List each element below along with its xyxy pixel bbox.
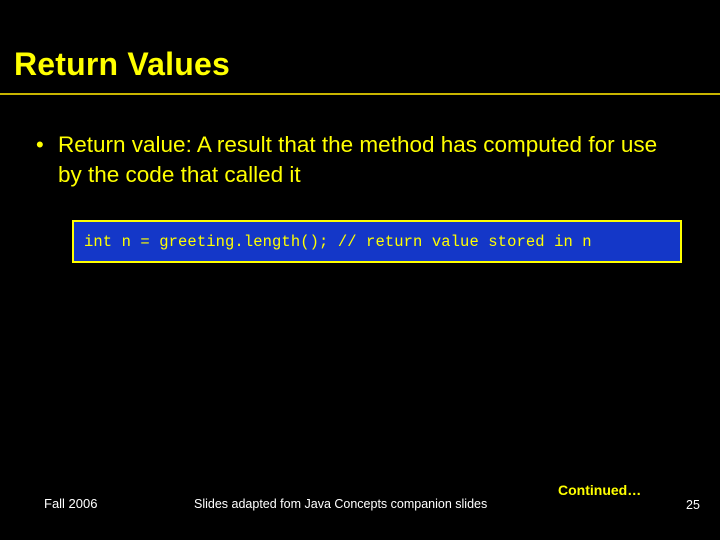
bullet-text: Return value: A result that the method h…: [58, 132, 658, 187]
footer-attribution: Slides adapted fom Java Concepts compani…: [194, 497, 488, 511]
title-divider: [0, 93, 720, 95]
bullet-list: • Return value: A result that the method…: [36, 130, 676, 190]
code-block: int n = greeting.length(); // return val…: [72, 220, 682, 263]
list-item: • Return value: A result that the method…: [36, 130, 676, 190]
page-title: Return Values: [14, 46, 231, 82]
bullet-marker-icon: •: [36, 132, 44, 157]
page-number: 25: [686, 498, 700, 512]
code-text: int n = greeting.length(); // return val…: [84, 232, 592, 251]
footer-term: Fall 2006: [44, 496, 98, 511]
continued-label: Continued…: [558, 482, 642, 498]
slide: Return Values • Return value: A result t…: [0, 0, 720, 540]
